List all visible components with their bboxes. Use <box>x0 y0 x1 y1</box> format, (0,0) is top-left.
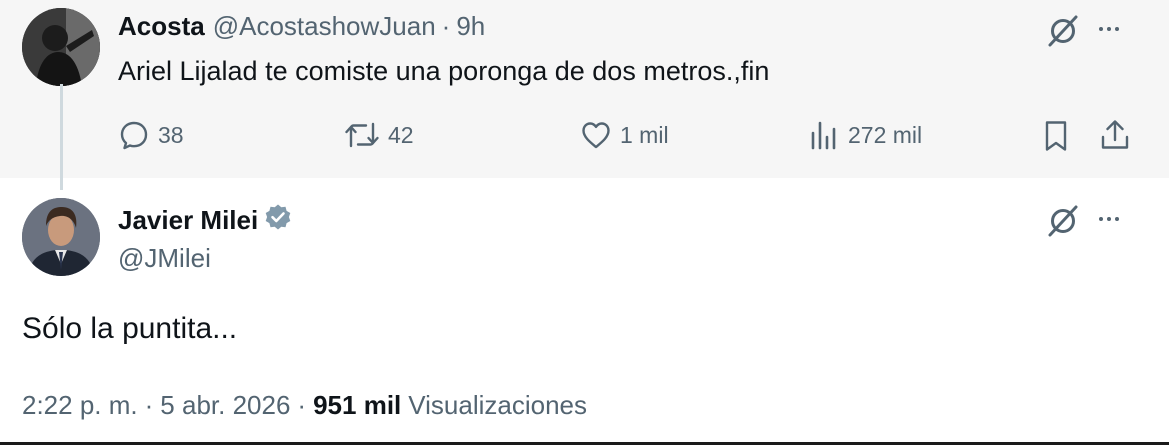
views-label: Visualizaciones <box>408 390 588 420</box>
tweet-text: Sólo la puntita... <box>22 312 238 345</box>
repost-icon <box>344 119 380 151</box>
bookmark-icon <box>1042 119 1070 153</box>
repost-button[interactable]: 42 <box>344 119 414 151</box>
like-icon <box>580 119 612 151</box>
reply-button[interactable]: 38 <box>118 119 184 151</box>
share-button[interactable] <box>1099 118 1131 152</box>
tweet-actions: 38 42 1 mil 272 mil <box>0 114 1169 158</box>
grok-icon[interactable] <box>1046 204 1080 243</box>
author-name-row: Javier Milei <box>118 203 292 238</box>
more-icon[interactable] <box>1099 27 1119 31</box>
meta-separator: · <box>144 390 154 420</box>
author-handle[interactable]: @JMilei <box>118 243 211 274</box>
header-separator: · <box>441 11 451 41</box>
like-button[interactable]: 1 mil <box>580 119 669 151</box>
parent-tweet[interactable]: Acosta @AcostashowJuan · 9h Ariel Lijala… <box>0 0 1169 178</box>
tweet-date[interactable]: 5 abr. 2026 <box>160 390 290 421</box>
more-icon[interactable] <box>1099 217 1119 221</box>
bookmark-button[interactable] <box>1042 119 1070 153</box>
views-icon <box>808 119 840 151</box>
thread-connector-line <box>60 84 63 190</box>
tweet-text: Ariel Lijalad te comiste una poronga de … <box>118 56 770 86</box>
author-name[interactable]: Javier Milei <box>118 205 258 236</box>
author-handle[interactable]: @AcostashowJuan <box>213 11 436 42</box>
tweet-time[interactable]: 2:22 p. m. <box>22 390 138 421</box>
views-button[interactable]: 272 mil <box>808 119 922 151</box>
reply-count: 38 <box>158 121 184 148</box>
like-count: 1 mil <box>620 121 669 148</box>
avatar-milei[interactable] <box>22 198 100 276</box>
views-count[interactable]: 951 mil <box>313 390 401 421</box>
reply-icon <box>118 119 150 151</box>
share-icon <box>1099 118 1131 152</box>
tweet-time[interactable]: 9h <box>456 11 485 42</box>
parent-tweet-header: Acosta @AcostashowJuan · 9h <box>118 11 485 43</box>
repost-count: 42 <box>388 121 414 148</box>
verified-badge-icon[interactable] <box>264 203 292 238</box>
tweet-metadata: 2:22 p. m. · 5 abr. 2026 · 951 mil Visua… <box>22 390 587 421</box>
grok-icon[interactable] <box>1046 14 1080 53</box>
avatar-acosta[interactable] <box>22 8 100 86</box>
author-name[interactable]: Acosta <box>118 11 205 42</box>
meta-separator: · <box>297 390 307 420</box>
views-count: 272 mil <box>848 121 923 148</box>
